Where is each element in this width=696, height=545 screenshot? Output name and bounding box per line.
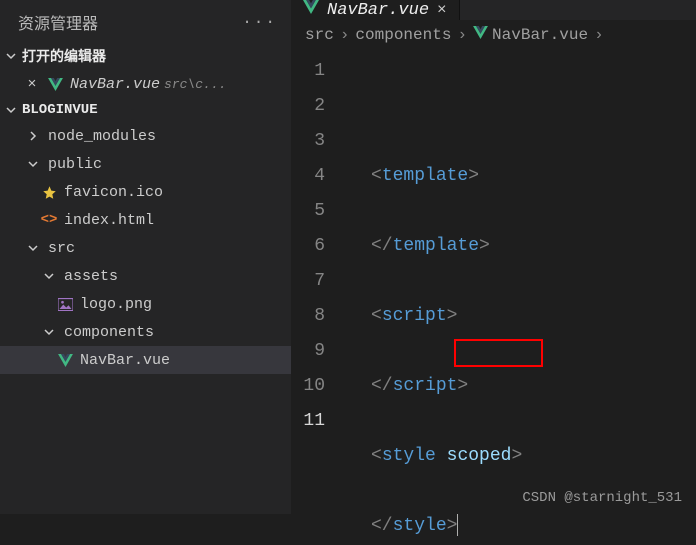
code-line[interactable]: </template> (343, 229, 696, 264)
close-icon[interactable]: × (24, 76, 40, 93)
chevron-down-icon (4, 49, 18, 63)
chevron-right-icon: › (457, 26, 467, 44)
vue-icon (303, 0, 319, 20)
highlight-box (454, 339, 543, 367)
tree-label: node_modules (48, 128, 156, 145)
chevron-down-icon (40, 267, 58, 285)
code-area[interactable]: 1234567891011 <template> </template> <sc… (291, 50, 696, 544)
chevron-right-icon (24, 127, 42, 145)
image-icon (56, 295, 74, 313)
watermark: CSDN @starnight_531 (522, 490, 682, 506)
tab-navbar[interactable]: NavBar.vue × (291, 0, 460, 20)
open-editors-list: × NavBar.vue src\c... (0, 70, 291, 98)
project-section[interactable]: BLOGINVUE (0, 98, 291, 122)
editor-pane: NavBar.vue × src›components›NavBar.vue› … (291, 0, 696, 514)
text-cursor (457, 514, 458, 536)
tree-item-public[interactable]: public (0, 150, 291, 178)
code-line[interactable]: </script> (343, 369, 696, 404)
chevron-down-icon (4, 103, 18, 117)
tree-label: components (64, 324, 154, 341)
breadcrumb-item[interactable]: components (355, 26, 451, 44)
tree-item-logo-png[interactable]: logo.png (0, 290, 291, 318)
tree-item-src[interactable]: src (0, 234, 291, 262)
vue-icon (46, 75, 64, 93)
chevron-right-icon: › (594, 26, 604, 44)
chevron-down-icon (24, 155, 42, 173)
html-icon: <> (40, 211, 58, 229)
line-number: 5 (291, 194, 325, 229)
tree-item-node_modules[interactable]: node_modules (0, 122, 291, 150)
line-number: 6 (291, 229, 325, 264)
tree-label: index.html (64, 212, 154, 229)
tab-bar: NavBar.vue × (291, 0, 696, 20)
vue-icon (56, 351, 74, 369)
line-number: 7 (291, 264, 325, 299)
tree-item-components[interactable]: components (0, 318, 291, 346)
tree-label: assets (64, 268, 118, 285)
tree-label: NavBar.vue (80, 352, 170, 369)
tree-label: favicon.ico (64, 184, 163, 201)
tree-label: logo.png (80, 296, 152, 313)
explorer-header: 资源管理器 ··· (0, 0, 291, 42)
code-lines[interactable]: <template> </template> <script> </script… (343, 54, 696, 544)
chevron-right-icon: › (340, 26, 350, 44)
line-number: 11 (291, 404, 325, 439)
chevron-down-icon (40, 323, 58, 341)
line-number: 9 (291, 334, 325, 369)
code-line[interactable]: <template> (343, 159, 696, 194)
code-line[interactable]: </style> (343, 509, 696, 544)
tree-item-favicon-ico[interactable]: favicon.ico (0, 178, 291, 206)
path-hint: src\c... (164, 77, 226, 92)
vue-icon (473, 26, 488, 44)
line-number: 1 (291, 54, 325, 89)
line-gutter: 1234567891011 (291, 54, 343, 544)
code-line[interactable] (343, 404, 696, 439)
tab-label: NavBar.vue (327, 1, 429, 20)
file-label: NavBar.vue (70, 76, 160, 93)
line-number: 4 (291, 159, 325, 194)
more-icon[interactable]: ··· (242, 13, 277, 31)
explorer-sidebar: 资源管理器 ··· 打开的编辑器 × NavBar.vue src\c... BLO… (0, 0, 291, 514)
line-number: 10 (291, 369, 325, 404)
close-icon[interactable]: × (437, 1, 447, 19)
code-line[interactable]: <script> (343, 299, 696, 334)
tree-item-assets[interactable]: assets (0, 262, 291, 290)
star-icon (40, 183, 58, 201)
explorer-title: 资源管理器 (18, 10, 98, 34)
code-line[interactable] (343, 194, 696, 229)
line-number: 3 (291, 124, 325, 159)
tree-item-navbar-vue[interactable]: NavBar.vue (0, 346, 291, 374)
file-tree: node_modulespublic favicon.ico <> index.htm… (0, 122, 291, 514)
chevron-down-icon (24, 239, 42, 257)
breadcrumb[interactable]: src › components › NavBar.vue › (291, 20, 696, 50)
breadcrumb-item[interactable]: NavBar.vue (473, 26, 588, 44)
breadcrumb-item[interactable]: src (305, 26, 334, 44)
tree-item-index-html[interactable]: <> index.html (0, 206, 291, 234)
code-line[interactable] (343, 264, 696, 299)
line-number: 2 (291, 89, 325, 124)
line-number: 8 (291, 299, 325, 334)
open-editor-item[interactable]: × NavBar.vue src\c... (0, 70, 291, 98)
open-editors-section[interactable]: 打开的编辑器 (0, 42, 291, 70)
tree-label: src (48, 240, 75, 257)
code-line[interactable]: <style scoped> (343, 439, 696, 474)
tree-label: public (48, 156, 102, 173)
